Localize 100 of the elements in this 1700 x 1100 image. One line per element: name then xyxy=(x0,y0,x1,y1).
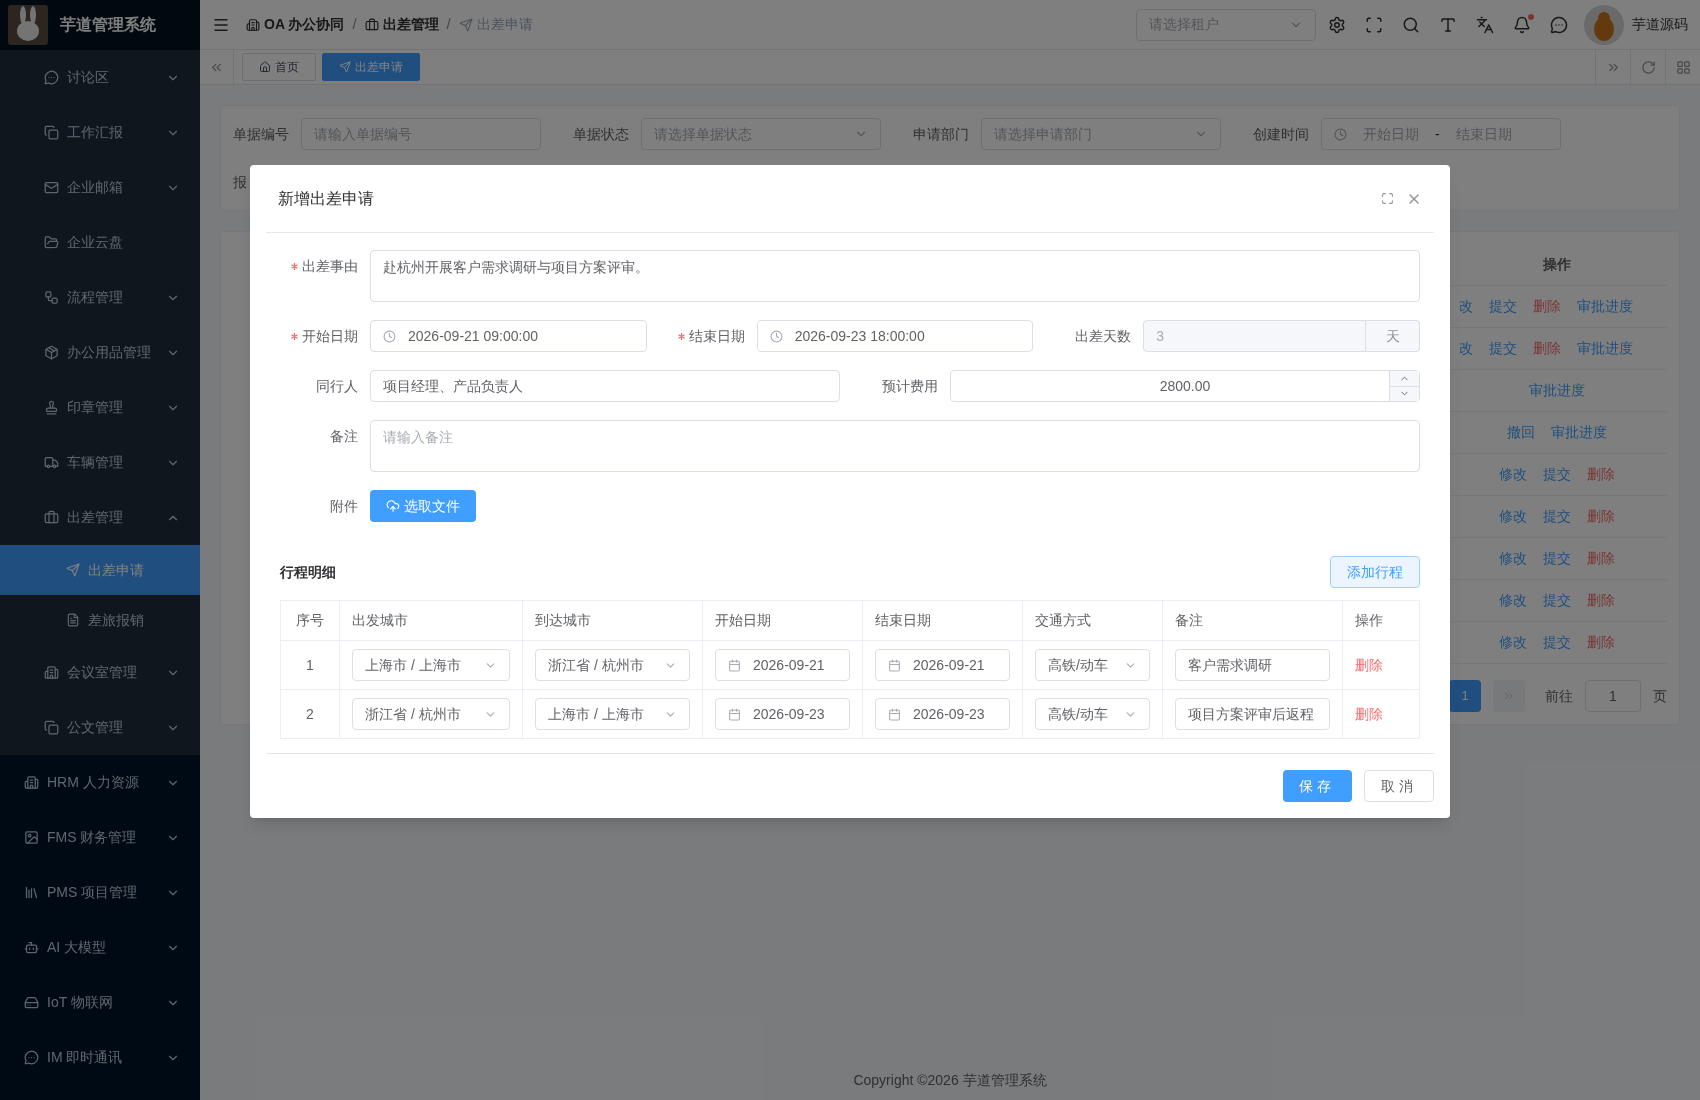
sidebar-item[interactable]: 企业邮箱 xyxy=(0,160,200,215)
transport-select[interactable]: 高铁/动车 xyxy=(1035,649,1150,681)
form-label: 附件 xyxy=(330,496,358,516)
sidebar-item[interactable]: 印章管理 xyxy=(0,380,200,435)
delete-link[interactable]: 删除 xyxy=(1355,656,1383,673)
tab[interactable]: 出差申请 xyxy=(322,53,420,81)
action-link[interactable]: 删除 xyxy=(1587,632,1615,653)
note-field[interactable]: 客户需求调研 xyxy=(1175,649,1330,681)
date-field[interactable]: 2026-09-21 xyxy=(875,649,1010,681)
menu-item-icon xyxy=(24,775,39,790)
datetime-field[interactable]: 2026-09-21 09:00:00 xyxy=(370,320,647,352)
fullscreen-icon[interactable] xyxy=(1365,15,1383,34)
action-link[interactable]: 提交 xyxy=(1543,506,1571,527)
text-area[interactable]: 请输入备注 xyxy=(370,420,1420,472)
city-select[interactable]: 浙江省 / 杭州市 xyxy=(352,698,510,730)
upload-button[interactable]: 选取文件 xyxy=(370,490,476,522)
date-field[interactable]: 2026-09-23 xyxy=(715,698,850,730)
action-link[interactable]: 审批进度 xyxy=(1529,380,1585,401)
action-link[interactable]: 修改 xyxy=(1499,632,1527,653)
sidebar-item[interactable]: IM 即时通讯 xyxy=(0,1030,200,1085)
sidebar-item[interactable]: 公文管理 xyxy=(0,700,200,755)
sidebar-item[interactable]: 流程管理 xyxy=(0,270,200,325)
city-select[interactable]: 上海市 / 上海市 xyxy=(535,698,690,730)
action-link[interactable]: 撤回 xyxy=(1507,422,1535,443)
search-icon[interactable] xyxy=(1402,15,1420,34)
action-link[interactable]: 删除 xyxy=(1587,590,1615,611)
sidebar-item[interactable]: HRM 人力资源 xyxy=(0,755,200,810)
settings-icon[interactable] xyxy=(1328,15,1346,34)
action-link[interactable]: 修改 xyxy=(1499,506,1527,527)
field-label: 单据编号 xyxy=(233,124,289,144)
language-icon[interactable] xyxy=(1476,15,1494,34)
maximize-icon[interactable] xyxy=(1381,192,1394,205)
action-link[interactable]: 审批进度 xyxy=(1551,422,1607,443)
city-select[interactable]: 浙江省 / 杭州市 xyxy=(535,649,690,681)
section-title: 行程明细 xyxy=(280,562,336,582)
action-link[interactable]: 提交 xyxy=(1543,464,1571,485)
action-link[interactable]: 提交 xyxy=(1489,338,1517,359)
action-link[interactable]: 提交 xyxy=(1543,632,1571,653)
sidebar-item[interactable]: 企业云盘 xyxy=(0,215,200,270)
field-label: 申请部门 xyxy=(913,124,969,144)
action-link[interactable]: 提交 xyxy=(1489,296,1517,317)
action-link[interactable]: 删除 xyxy=(1587,506,1615,527)
sidebar-item[interactable]: 会议室管理 xyxy=(0,645,200,700)
transport-select[interactable]: 高铁/动车 xyxy=(1035,698,1150,730)
input-field[interactable]: 项目经理、产品负责人 xyxy=(370,370,840,402)
tab[interactable]: 首页 xyxy=(242,53,316,81)
sidebar-item[interactable]: AI 大模型 xyxy=(0,920,200,975)
text-area[interactable]: 赴杭州开展客户需求调研与项目方案评审。 xyxy=(370,250,1420,302)
sidebar-item[interactable]: FMS 财务管理 xyxy=(0,810,200,865)
city-select[interactable]: 上海市 / 上海市 xyxy=(352,649,510,681)
message-icon[interactable] xyxy=(1550,15,1568,34)
sidebar-item[interactable]: 讨论区 xyxy=(0,50,200,105)
action-link[interactable]: 删除 xyxy=(1587,548,1615,569)
menu-item-icon xyxy=(44,400,59,415)
column-header: 到达城市 xyxy=(522,600,703,641)
note-field[interactable]: 项目方案评审后返程 xyxy=(1175,698,1330,730)
column-header: 开始日期 xyxy=(702,600,863,641)
goto-label: 前往 xyxy=(1545,686,1573,706)
delete-link[interactable]: 删除 xyxy=(1355,705,1383,722)
menu-item-icon xyxy=(24,885,39,900)
sidebar-item[interactable]: IoT 物联网 xyxy=(0,975,200,1030)
action-link[interactable]: 修改 xyxy=(1499,464,1527,485)
clock-icon xyxy=(769,329,783,343)
action-link[interactable]: 改 xyxy=(1459,338,1473,359)
action-link[interactable]: 审批进度 xyxy=(1577,338,1633,359)
date-field[interactable]: 2026-09-23 xyxy=(875,698,1010,730)
number-field[interactable]: 2800.00 xyxy=(950,370,1420,402)
datetime-field[interactable]: 2026-09-23 18:00:00 xyxy=(756,320,1034,352)
page-number[interactable]: 1 xyxy=(1449,680,1481,712)
breadcrumb-icon xyxy=(246,17,260,32)
sidebar-item[interactable]: PMS 项目管理 xyxy=(0,865,200,920)
user-name[interactable]: 芋道源码 xyxy=(1632,14,1688,35)
action-link[interactable]: 删除 xyxy=(1533,296,1561,317)
action-link[interactable]: 修改 xyxy=(1499,548,1527,569)
sidebar-item[interactable]: 出差管理 xyxy=(0,490,200,545)
add-itinerary-button[interactable]: 添加行程 xyxy=(1330,556,1420,588)
sidebar-item[interactable]: 车辆管理 xyxy=(0,435,200,490)
action-link[interactable]: 修改 xyxy=(1499,590,1527,611)
action-link[interactable]: 改 xyxy=(1459,296,1473,317)
user-avatar[interactable] xyxy=(1584,4,1624,45)
action-link[interactable]: 提交 xyxy=(1543,590,1571,611)
action-link[interactable]: 审批进度 xyxy=(1577,296,1633,317)
breadcrumb-item[interactable]: 出差管理 xyxy=(382,14,439,35)
cancel-button[interactable]: 取消 xyxy=(1363,770,1434,802)
sidebar-item[interactable]: 办公用品管理 xyxy=(0,325,200,380)
goto-page-field[interactable]: 1 xyxy=(1585,680,1641,712)
font-size-icon[interactable] xyxy=(1439,15,1457,34)
action-link[interactable]: 删除 xyxy=(1533,338,1561,359)
action-link[interactable]: 删除 xyxy=(1587,464,1615,485)
action-link[interactable]: 提交 xyxy=(1543,548,1571,569)
form-label: 出差天数 xyxy=(1075,326,1132,346)
breadcrumb-item[interactable]: OA 办公协同 xyxy=(264,14,345,35)
bell-icon[interactable] xyxy=(1513,15,1531,34)
menu-item-icon xyxy=(44,720,59,735)
sidebar-item[interactable]: 工作汇报 xyxy=(0,105,200,160)
goto-suffix: 页 xyxy=(1653,686,1667,706)
save-button[interactable]: 保存 xyxy=(1283,770,1352,802)
table-cell: 2 xyxy=(280,689,340,739)
date-field[interactable]: 2026-09-21 xyxy=(715,649,850,681)
sidebar-subitem[interactable]: 出差申请 xyxy=(0,545,200,595)
